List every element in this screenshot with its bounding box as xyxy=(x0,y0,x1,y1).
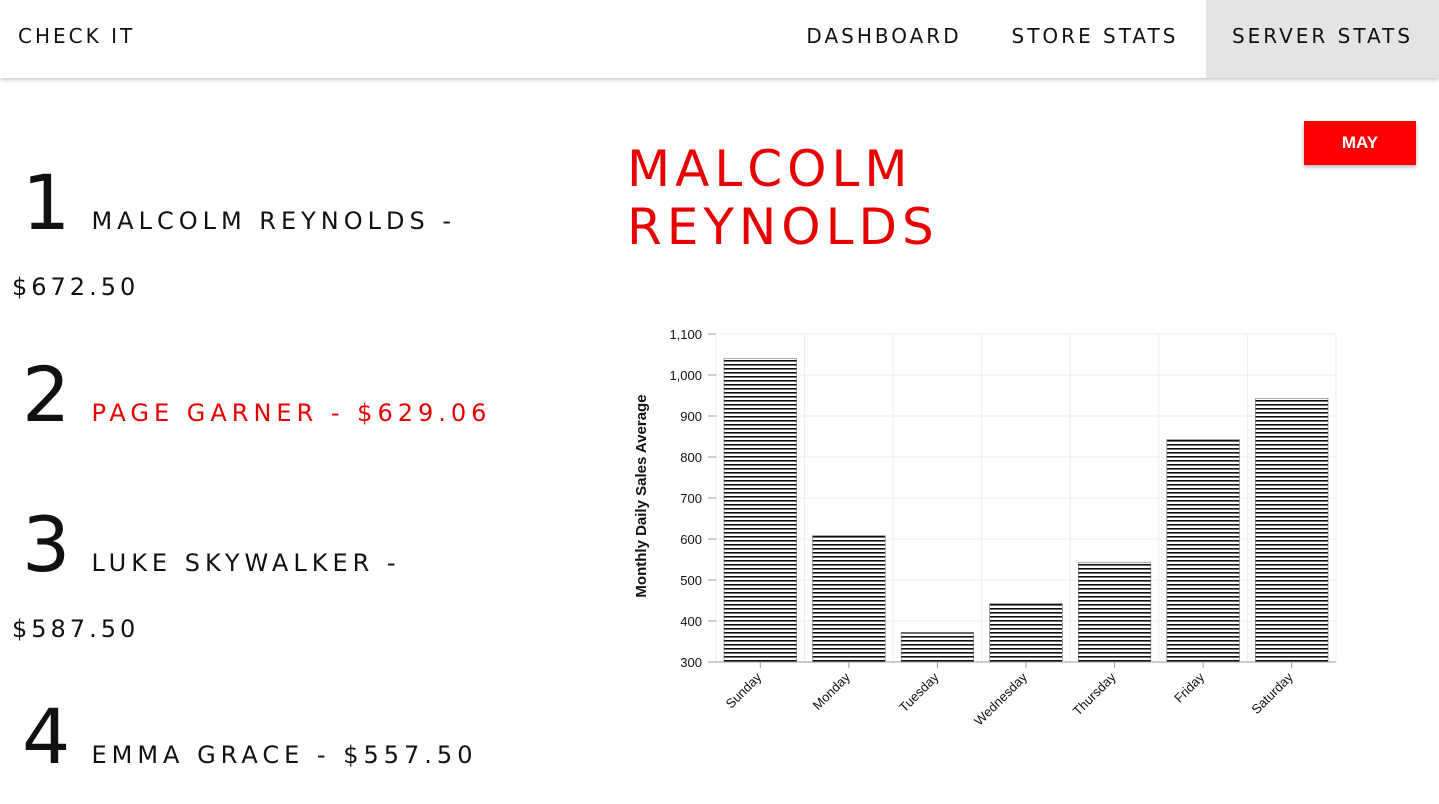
y-tick-label: 500 xyxy=(680,573,702,588)
y-tick-label: 700 xyxy=(680,491,702,506)
nav-server-stats[interactable]: SERVER STATS xyxy=(1206,0,1439,78)
leaderboard-item-3[interactable]: 3 LUKE SKYWALKER - $587.50 xyxy=(12,500,592,650)
bar-monday[interactable] xyxy=(812,535,886,663)
rank-number: 4 xyxy=(22,692,71,781)
y-tick-label: 1,100 xyxy=(669,327,702,342)
leaderboard-item-2[interactable]: 2 PAGE GARNER - $629.06 xyxy=(12,350,592,440)
y-axis-label: Monthly Daily Sales Average xyxy=(633,394,650,597)
sales-bar-chart: 300 400 500 600 700 800 900 1,000 1,100 Sunday Mon… xyxy=(633,327,1337,729)
y-tick-label: 900 xyxy=(680,409,702,424)
top-navbar: CHECK IT DASHBOARD STORE STATS SERVER ST… xyxy=(0,0,1439,78)
server-sales-amount: $672.50 xyxy=(12,273,140,301)
server-name-label: EMMA GRACE - $557.50 xyxy=(91,741,478,769)
x-tick-label: Thursday xyxy=(1070,669,1119,718)
y-tick-label: 1,000 xyxy=(669,368,702,383)
bar-sunday[interactable] xyxy=(723,358,797,663)
bar-friday[interactable] xyxy=(1166,439,1240,663)
y-tick-label: 800 xyxy=(680,450,702,465)
server-sales-amount: $587.50 xyxy=(12,615,140,643)
server-name-label: LUKE SKYWALKER - xyxy=(91,549,401,577)
rank-number: 1 xyxy=(22,158,71,247)
rank-number: 2 xyxy=(22,350,71,439)
month-select-button[interactable]: MAY xyxy=(1304,121,1416,165)
x-tick-label: Monday xyxy=(810,669,854,713)
bar-wednesday[interactable] xyxy=(989,603,1063,663)
selected-server-title: MALCOLM REYNOLDS xyxy=(627,140,939,256)
bar-tuesday[interactable] xyxy=(900,632,974,663)
nav-store-stats[interactable]: STORE STATS xyxy=(995,0,1195,78)
server-name-label-selected: PAGE GARNER - $629.06 xyxy=(91,399,492,427)
x-tick-label: Tuesday xyxy=(896,669,942,715)
leaderboard-item-1[interactable]: 1 MALCOLM REYNOLDS - $672.50 xyxy=(12,158,592,308)
bar-saturday[interactable] xyxy=(1255,398,1329,663)
nav-dashboard[interactable]: DASHBOARD xyxy=(785,0,983,78)
y-tick-label: 300 xyxy=(680,655,702,670)
chart-bars xyxy=(723,358,1329,663)
brand-logo[interactable]: CHECK IT xyxy=(18,0,135,72)
x-tick-label: Wednesday xyxy=(971,669,1030,728)
rank-number: 3 xyxy=(22,500,71,589)
server-name-label: MALCOLM REYNOLDS - xyxy=(91,207,457,235)
y-tick-label: 400 xyxy=(680,614,702,629)
x-tick-label: Sunday xyxy=(723,669,765,711)
x-tick-label: Friday xyxy=(1171,669,1207,705)
x-tick-label: Saturday xyxy=(1248,669,1296,717)
bar-thursday[interactable] xyxy=(1078,562,1152,663)
y-tick-label: 600 xyxy=(680,532,702,547)
leaderboard-item-4[interactable]: 4 EMMA GRACE - $557.50 xyxy=(12,692,592,782)
